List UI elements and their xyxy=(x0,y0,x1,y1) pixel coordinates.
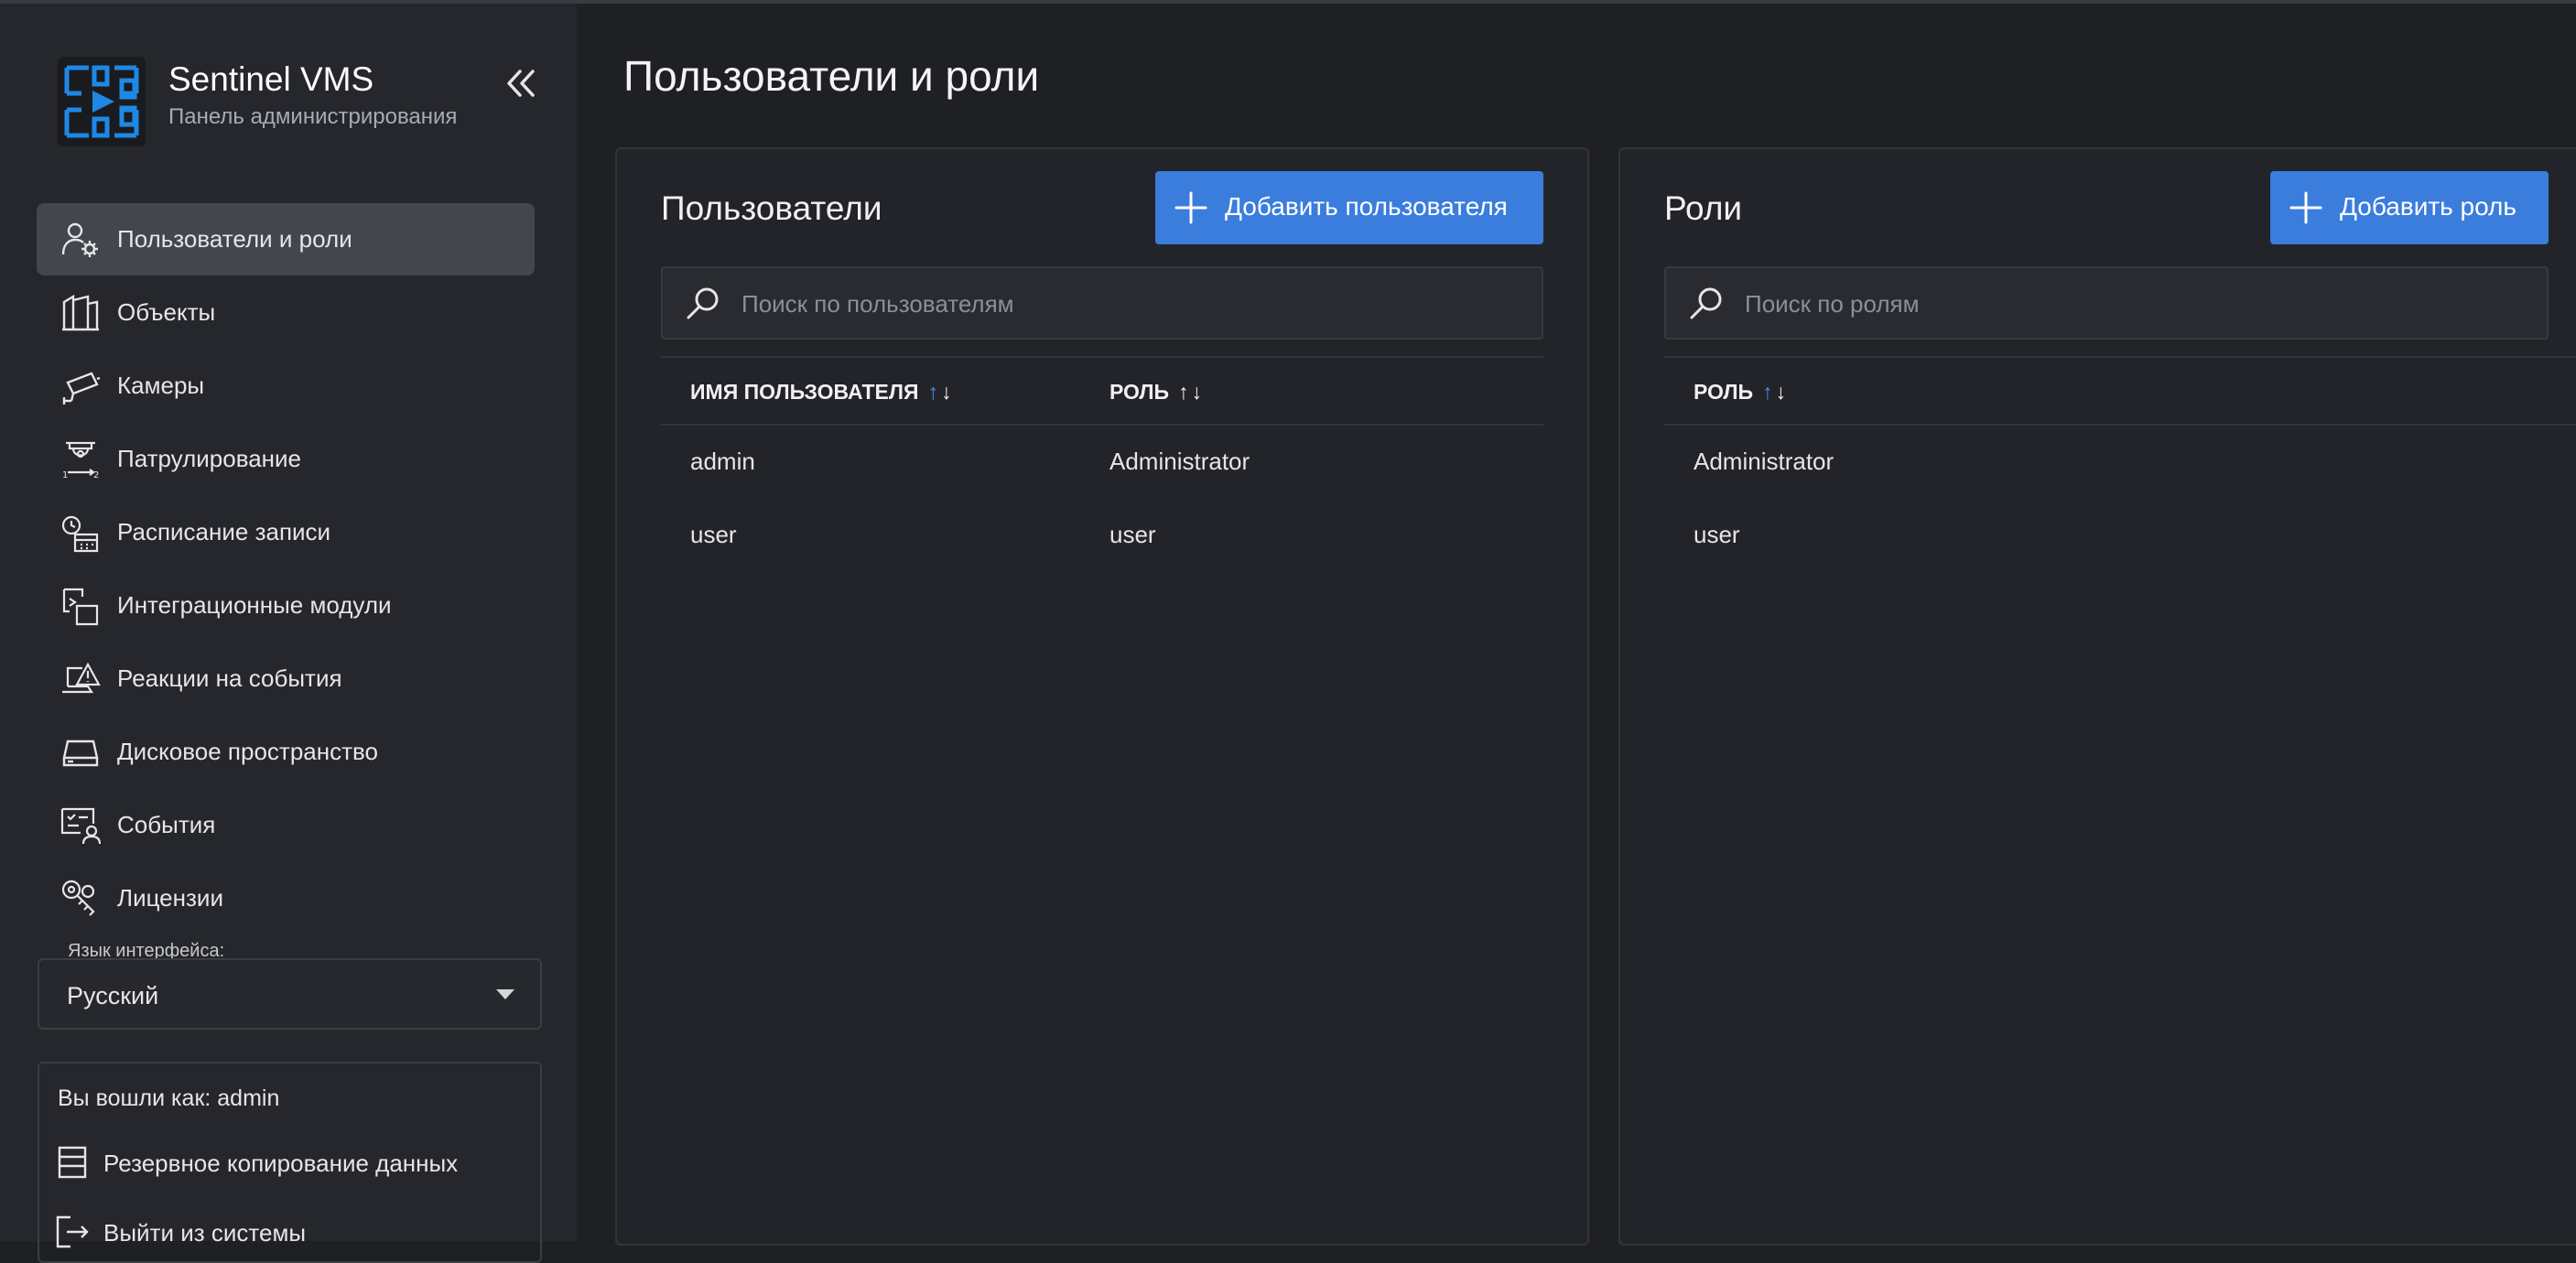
sort-arrows-icon[interactable]: ↑ ↓ xyxy=(1762,380,1786,405)
app-logo xyxy=(58,57,146,146)
table-row[interactable]: Administrator xyxy=(1664,426,2549,499)
language-value: Русский xyxy=(67,982,159,1009)
users-panel: Пользователи Добавить пользователя ИМЯ П… xyxy=(615,147,1589,1246)
patrol-icon: 1 2 xyxy=(62,441,99,480)
column-header-role[interactable]: РОЛЬ ↑ ↓ xyxy=(1694,380,1786,405)
double-chevron-left-icon xyxy=(507,70,535,97)
integration-icon xyxy=(62,588,99,626)
sidebar-item-label: Лицензии xyxy=(117,884,223,912)
column-label: ИМЯ ПОЛЬЗОВАТЕЛЯ xyxy=(690,380,919,404)
schedule-icon xyxy=(61,515,99,553)
users-search[interactable] xyxy=(661,266,1543,340)
users-panel-title: Пользователи xyxy=(661,189,882,227)
add-role-label: Добавить роль xyxy=(2340,192,2516,221)
role-cell: Administrator xyxy=(1109,448,1250,475)
sidebar-item-label: События xyxy=(117,811,216,838)
logged-in-as: Вы вошли как: admin xyxy=(58,1085,280,1111)
roles-search-input[interactable] xyxy=(1743,283,2527,325)
role-cell: user xyxy=(1694,521,1740,548)
table-row[interactable]: user xyxy=(1664,499,2549,572)
add-role-button[interactable]: Добавить роль xyxy=(2270,171,2549,244)
keys-icon xyxy=(61,880,95,916)
sidebar-item-record-schedule[interactable]: Расписание записи xyxy=(37,496,535,568)
sidebar-item-label: Камеры xyxy=(117,372,205,399)
sidebar: Sentinel VMS Панель администрирования По… xyxy=(0,4,577,1263)
username-cell: admin xyxy=(690,448,755,475)
roles-panel: Роли Добавить роль РОЛЬ↑↓ Administrator … xyxy=(1618,147,2576,1246)
logout-icon xyxy=(56,1215,89,1248)
users-gear-icon xyxy=(61,222,98,257)
backup-link[interactable]: Резервное копирование данных xyxy=(54,1139,512,1190)
search-icon xyxy=(1690,287,1722,319)
add-user-button[interactable]: Добавить пользователя xyxy=(1155,171,1543,244)
sidebar-item-label: Расписание записи xyxy=(117,518,331,545)
language-select[interactable]: Русский xyxy=(38,958,542,1030)
svg-text:2: 2 xyxy=(93,470,99,480)
sidebar-item-label: Патрулирование xyxy=(117,445,302,472)
roles-search[interactable] xyxy=(1664,266,2549,340)
sidebar-item-cameras[interactable]: Камеры xyxy=(37,350,535,422)
sidebar-item-label: Дисковое пространство xyxy=(117,738,378,765)
roles-table-header: РОЛЬ ↑ ↓ xyxy=(1664,356,2576,426)
app-name: Sentinel VMS xyxy=(168,60,374,98)
logout-link[interactable]: Выйти из системы xyxy=(54,1208,512,1259)
caret-down-icon xyxy=(496,989,514,999)
sidebar-item-events[interactable]: События xyxy=(37,789,535,861)
sidebar-item-label: Пользователи и роли xyxy=(117,225,352,253)
column-label: РОЛЬ xyxy=(1109,380,1170,404)
sidebar-item-label: Интеграционные модули xyxy=(117,591,392,619)
buildings-icon xyxy=(62,294,99,331)
role-cell: user xyxy=(1109,521,1156,548)
roles-panel-title: Роли xyxy=(1664,189,1743,227)
plus-icon xyxy=(2289,191,2322,224)
table-row[interactable]: user user xyxy=(661,499,1543,572)
plus-icon xyxy=(1174,191,1207,224)
page-title: Пользователи и роли xyxy=(623,52,1040,100)
column-header-role[interactable]: РОЛЬ ↑ ↓ xyxy=(1109,380,1202,405)
logout-label: Выйти из системы xyxy=(103,1219,307,1247)
collapse-sidebar-button[interactable] xyxy=(500,62,542,104)
sort-arrows-icon[interactable]: ↑ ↓ xyxy=(928,380,952,405)
column-label: РОЛЬ xyxy=(1694,380,1754,404)
sentinel-logo-icon xyxy=(64,65,139,138)
username-cell: user xyxy=(690,521,737,548)
account-panel: Вы вошли как: admin Резервное копировани… xyxy=(38,1062,542,1263)
backup-label: Резервное копирование данных xyxy=(103,1150,459,1177)
events-icon xyxy=(60,807,101,845)
sidebar-item-licenses[interactable]: Лицензии xyxy=(37,862,535,934)
event-reaction-icon xyxy=(62,662,101,694)
sidebar-item-disk-space[interactable]: Дисковое пространство xyxy=(37,716,535,788)
sidebar-item-patrol[interactable]: 1 2 Патрулирование xyxy=(37,423,535,495)
server-icon xyxy=(58,1146,87,1179)
sidebar-item-objects[interactable]: Объекты xyxy=(37,276,535,349)
role-cell: Administrator xyxy=(1694,448,1835,475)
search-icon xyxy=(687,287,719,319)
add-user-label: Добавить пользователя xyxy=(1225,192,1508,221)
svg-text:1: 1 xyxy=(62,470,68,480)
users-table-header: ИМЯ ПОЛЬЗОВАТЕЛЯ ↑ ↓ РОЛЬ ↑ ↓ xyxy=(661,356,1543,426)
camera-icon xyxy=(62,372,101,405)
sidebar-item-event-reactions[interactable]: Реакции на события xyxy=(37,642,535,715)
table-row[interactable]: admin Administrator xyxy=(661,426,1543,499)
sidebar-item-users-roles[interactable]: Пользователи и роли xyxy=(37,203,535,275)
sidebar-item-integration-modules[interactable]: Интеграционные модули xyxy=(37,569,535,642)
sort-arrows-icon[interactable]: ↑ ↓ xyxy=(1178,380,1202,405)
app-subtitle: Панель администрирования xyxy=(168,104,458,129)
users-search-input[interactable] xyxy=(740,283,1521,325)
sidebar-item-label: Реакции на события xyxy=(117,664,342,692)
disk-icon xyxy=(62,739,99,767)
sidebar-item-label: Объекты xyxy=(117,298,216,326)
column-header-username[interactable]: ИМЯ ПОЛЬЗОВАТЕЛЯ ↑ ↓ xyxy=(690,380,952,405)
